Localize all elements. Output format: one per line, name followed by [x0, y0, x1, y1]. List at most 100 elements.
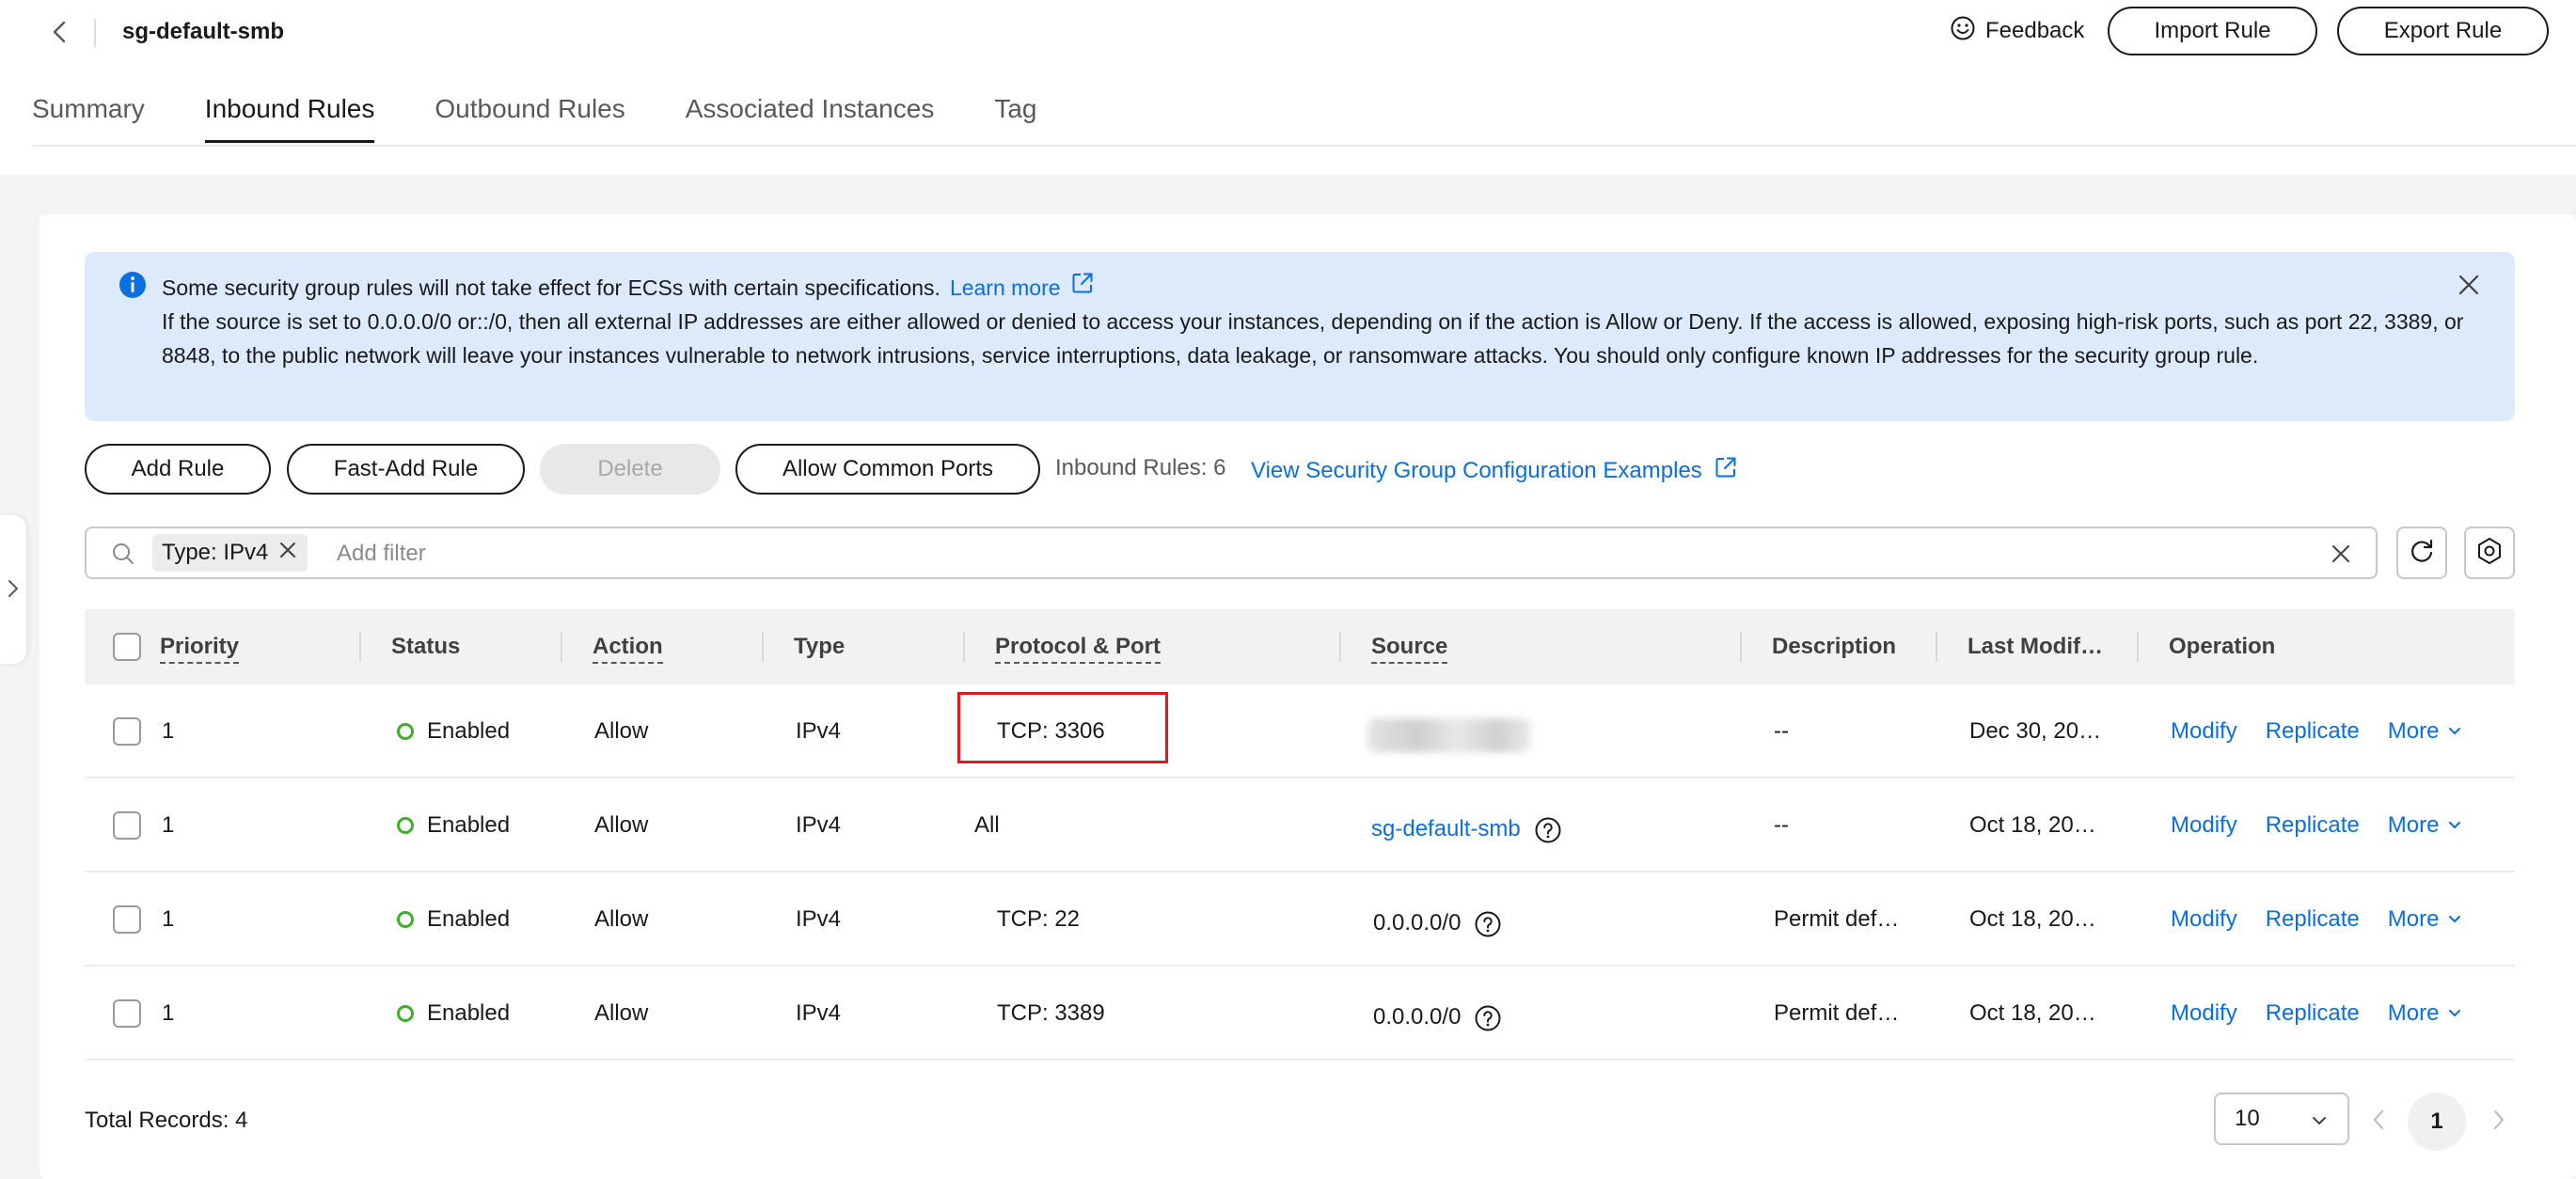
replicate-link[interactable]: Replicate [2266, 778, 2360, 872]
column-header-operation: Operation [2169, 634, 2276, 659]
help-icon[interactable] [1474, 910, 1502, 938]
sidebar-expand-toggle[interactable] [0, 515, 26, 664]
column-divider[interactable] [561, 632, 562, 662]
more-dropdown[interactable]: More [2388, 967, 2464, 1061]
column-divider[interactable] [762, 632, 764, 662]
source-group-link[interactable]: sg-default-smb [1371, 816, 1521, 841]
modify-link[interactable]: Modify [2171, 872, 2237, 967]
cell-description: -- [1774, 718, 1789, 744]
cell-last-modified: Oct 18, 20… [1969, 812, 2096, 838]
cell-action: Allow [594, 718, 649, 744]
replicate-link[interactable]: Replicate [2266, 684, 2360, 778]
cell-description: -- [1774, 812, 1789, 838]
feedback-button[interactable]: Feedback [1950, 14, 2084, 48]
page-number-current[interactable]: 1 [2408, 1093, 2466, 1151]
more-dropdown[interactable]: More [2388, 684, 2464, 778]
fast-add-rule-button[interactable]: Fast-Add Rule [287, 444, 525, 495]
page-size-select[interactable]: 10 [2214, 1093, 2349, 1145]
security-alert-banner: Some security group rules will not take … [85, 252, 2515, 421]
prev-page-icon[interactable] [2368, 1106, 2389, 1139]
next-page-icon[interactable] [2489, 1106, 2509, 1139]
modify-link[interactable]: Modify [2171, 684, 2237, 778]
cell-last-modified: Oct 18, 20… [1969, 906, 2096, 932]
help-icon[interactable] [1474, 1004, 1502, 1032]
row-checkbox[interactable] [113, 717, 141, 746]
clear-filter-icon[interactable] [2329, 542, 2353, 571]
total-records: Total Records: 4 [85, 1108, 248, 1133]
chevron-down-icon [2449, 728, 2461, 734]
external-link-icon[interactable] [1070, 271, 1095, 305]
filter-chip-type: Type: IPv4 [152, 534, 308, 572]
help-icon[interactable] [1534, 816, 1562, 844]
more-dropdown[interactable]: More [2388, 778, 2464, 872]
column-header-source[interactable]: Source [1371, 609, 1448, 684]
gear-icon [2474, 536, 2505, 571]
column-divider[interactable] [1936, 632, 1937, 662]
more-label: More [2387, 906, 2440, 932]
learn-more-link[interactable]: Learn more [950, 271, 1061, 305]
header-divider [94, 19, 96, 47]
column-divider[interactable] [1339, 632, 1341, 662]
cell-status: Enabled [397, 684, 510, 778]
column-header-description: Description [1772, 634, 1897, 659]
cell-action: Allow [594, 1000, 649, 1026]
filter-input[interactable] [335, 536, 2126, 572]
column-header-protocol-port[interactable]: Protocol & Port [995, 609, 1162, 684]
column-header-action[interactable]: Action [593, 609, 663, 684]
row-checkbox[interactable] [113, 999, 141, 1028]
cell-description: Permit def… [1774, 1000, 1900, 1026]
external-link-icon[interactable] [1714, 455, 1738, 486]
settings-button[interactable] [2464, 527, 2515, 579]
tab-associated-instances[interactable]: Associated Instances [686, 94, 935, 145]
cell-operation: Modify Replicate More [2171, 778, 2463, 872]
filter-chip-label: Type: IPv4 [162, 540, 269, 565]
column-header-status: Status [391, 634, 461, 659]
import-rule-button[interactable]: Import Rule [2108, 7, 2317, 55]
column-divider[interactable] [963, 632, 965, 662]
modify-link[interactable]: Modify [2171, 967, 2237, 1061]
tab-tag[interactable]: Tag [994, 94, 1036, 145]
table-header: Priority Status Action Type Protocol & P… [85, 609, 2515, 684]
table-row: 1 Enabled Allow IPv4 TCP: 3306 -- Dec 30… [85, 684, 2515, 778]
more-dropdown[interactable]: More [2388, 872, 2464, 967]
column-divider[interactable] [2137, 632, 2139, 662]
column-divider[interactable] [1740, 632, 1742, 662]
cell-last-modified: Dec 30, 20… [1969, 718, 2102, 744]
close-icon[interactable] [2457, 273, 2481, 302]
more-label: More [2387, 1000, 2440, 1026]
chevron-down-icon [2449, 1010, 2461, 1016]
status-dot-icon [397, 723, 414, 740]
cell-protocol-port: All [974, 812, 1000, 838]
allow-common-ports-button[interactable]: Allow Common Ports [735, 444, 1040, 495]
cell-type: IPv4 [796, 1000, 842, 1026]
tab-inbound-rules[interactable]: Inbound Rules [204, 94, 374, 145]
page-title: sg-default-smb [122, 19, 285, 44]
replicate-link[interactable]: Replicate [2266, 967, 2360, 1061]
config-examples-link[interactable]: View Security Group Configuration Exampl… [1251, 458, 1702, 484]
column-header-priority[interactable]: Priority [160, 609, 240, 684]
source-cidr: 0.0.0.0/0 [1373, 1004, 1462, 1030]
remove-filter-icon[interactable] [277, 540, 298, 567]
status-dot-icon [397, 911, 414, 928]
row-checkbox[interactable] [113, 905, 141, 934]
tab-summary[interactable]: Summary [32, 94, 145, 145]
export-rule-button[interactable]: Export Rule [2337, 7, 2549, 55]
back-icon[interactable] [45, 17, 75, 47]
cell-type: IPv4 [796, 906, 842, 932]
add-rule-button[interactable]: Add Rule [85, 444, 271, 495]
table-row: 1 Enabled Allow IPv4 TCP: 22 0.0.0.0/0 P… [85, 872, 2515, 967]
cell-type: IPv4 [796, 718, 842, 744]
table-row: 1 Enabled Allow IPv4 All sg-default-smb … [85, 778, 2515, 872]
filter-search-bar[interactable]: Type: IPv4 [85, 527, 2378, 579]
delete-button[interactable]: Delete [540, 444, 720, 495]
row-checkbox[interactable] [113, 811, 141, 840]
chevron-down-icon [2449, 916, 2461, 922]
replicate-link[interactable]: Replicate [2266, 872, 2360, 967]
refresh-button[interactable] [2396, 527, 2447, 579]
column-divider[interactable] [359, 632, 361, 662]
modify-link[interactable]: Modify [2171, 778, 2237, 872]
select-all-checkbox[interactable] [113, 633, 141, 661]
tab-outbound-rules[interactable]: Outbound Rules [435, 94, 624, 145]
search-icon [111, 542, 135, 571]
tab-underline-divider [32, 145, 2576, 147]
